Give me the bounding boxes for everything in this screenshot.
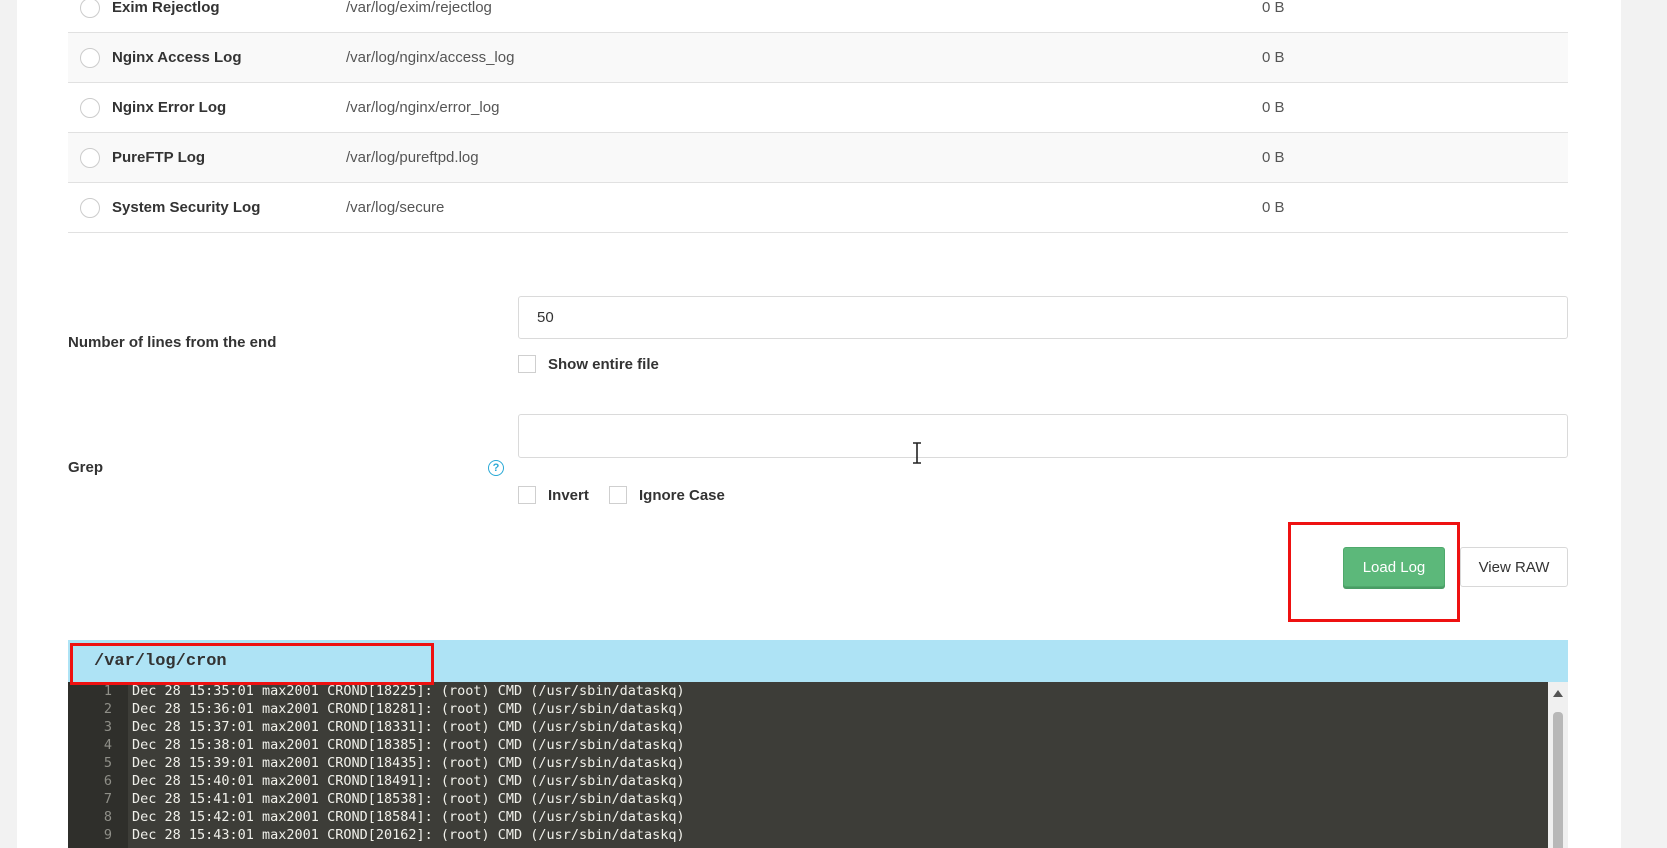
log-name: System Security Log: [112, 199, 261, 216]
line-number: 4: [103, 737, 112, 753]
table-row[interactable]: System Security Log /var/log/secure 0 B: [68, 183, 1568, 233]
table-row[interactable]: Nginx Error Log /var/log/nginx/error_log…: [68, 83, 1568, 133]
line-text: Dec 28 15:39:01 max2001 CROND[18435]: (r…: [132, 755, 685, 771]
scroll-up-arrow-icon[interactable]: [1553, 690, 1563, 697]
line-text: Dec 28 15:42:01 max2001 CROND[18584]: (r…: [132, 809, 685, 825]
log-radio[interactable]: [80, 48, 100, 68]
log-path: /var/log/secure: [346, 199, 445, 216]
checkbox-box[interactable]: [609, 486, 627, 504]
log-path: /var/log/pureftpd.log: [346, 149, 479, 166]
invert-label: Invert: [548, 486, 589, 504]
checkbox-box[interactable]: [518, 355, 536, 373]
log-path: /var/log/nginx/error_log: [346, 99, 500, 116]
log-viewer-panel: Exim Rejectlog /var/log/exim/rejectlog 0…: [17, 0, 1621, 848]
code-line: 7 Dec 28 15:41:01 max2001 CROND[18538]: …: [68, 790, 1548, 808]
log-path: /var/log/exim/rejectlog: [346, 0, 492, 16]
show-entire-file-label: Show entire file: [548, 355, 659, 373]
code-line: 9 Dec 28 15:43:01 max2001 CROND[20162]: …: [68, 826, 1548, 844]
line-number: 9: [103, 827, 112, 843]
log-size: 0 B: [1262, 49, 1285, 66]
log-file-table: Exim Rejectlog /var/log/exim/rejectlog 0…: [68, 0, 1568, 233]
show-entire-file-checkbox[interactable]: Show entire file: [518, 355, 659, 373]
line-text: Dec 28 15:36:01 max2001 CROND[18281]: (r…: [132, 701, 685, 717]
line-text: Dec 28 15:41:01 max2001 CROND[18538]: (r…: [132, 791, 685, 807]
log-name: PureFTP Log: [112, 149, 206, 166]
line-text: Dec 28 15:43:01 max2001 CROND[20162]: (r…: [132, 827, 685, 843]
line-number: 2: [103, 701, 112, 717]
log-size: 0 B: [1262, 0, 1285, 16]
view-raw-button[interactable]: View RAW: [1460, 547, 1568, 587]
line-number: 3: [103, 719, 112, 735]
table-row[interactable]: Exim Rejectlog /var/log/exim/rejectlog 0…: [68, 0, 1568, 33]
log-size: 0 B: [1262, 149, 1285, 166]
output-scrollbar[interactable]: [1548, 682, 1568, 848]
line-number: 7: [103, 791, 112, 807]
annotation-highlight-output-title: [70, 643, 434, 685]
log-radio[interactable]: [80, 148, 100, 168]
grep-label: Grep: [68, 459, 104, 476]
log-name: Nginx Access Log: [112, 49, 242, 66]
code-line: 5 Dec 28 15:39:01 max2001 CROND[18435]: …: [68, 754, 1548, 772]
checkbox-box[interactable]: [518, 486, 536, 504]
ignore-case-label: Ignore Case: [639, 486, 725, 504]
ignore-case-checkbox[interactable]: Ignore Case: [609, 486, 725, 504]
code-line: 8 Dec 28 15:42:01 max2001 CROND[18584]: …: [68, 808, 1548, 826]
line-text: Dec 28 15:38:01 max2001 CROND[18385]: (r…: [132, 737, 685, 753]
code-line: 4 Dec 28 15:38:01 max2001 CROND[18385]: …: [68, 736, 1548, 754]
line-text: Dec 28 15:40:01 max2001 CROND[18491]: (r…: [132, 773, 685, 789]
log-path: /var/log/nginx/access_log: [346, 49, 515, 66]
lines-input[interactable]: [518, 296, 1568, 339]
scroll-thumb[interactable]: [1553, 712, 1563, 848]
log-size: 0 B: [1262, 199, 1285, 216]
text-cursor-icon: [913, 442, 921, 464]
log-size: 0 B: [1262, 99, 1285, 116]
line-number: 5: [103, 755, 112, 771]
log-radio[interactable]: [80, 0, 100, 18]
help-icon[interactable]: ?: [488, 460, 504, 476]
annotation-highlight-load-log: [1288, 522, 1460, 622]
log-name: Exim Rejectlog: [112, 0, 220, 16]
log-name: Nginx Error Log: [112, 99, 227, 116]
line-number: 8: [103, 809, 112, 825]
table-row[interactable]: Nginx Access Log /var/log/nginx/access_l…: [68, 33, 1568, 83]
table-row[interactable]: PureFTP Log /var/log/pureftpd.log 0 B: [68, 133, 1568, 183]
lines-label: Number of lines from the end: [68, 334, 277, 351]
log-output[interactable]: 1 Dec 28 15:35:01 max2001 CROND[18225]: …: [68, 682, 1568, 848]
code-line: 2 Dec 28 15:36:01 max2001 CROND[18281]: …: [68, 700, 1548, 718]
invert-checkbox[interactable]: Invert: [518, 486, 589, 504]
code-line: 6 Dec 28 15:40:01 max2001 CROND[18491]: …: [68, 772, 1548, 790]
code-line: 3 Dec 28 15:37:01 max2001 CROND[18331]: …: [68, 718, 1548, 736]
grep-input[interactable]: [518, 414, 1568, 458]
log-radio[interactable]: [80, 198, 100, 218]
log-radio[interactable]: [80, 98, 100, 118]
line-text: Dec 28 15:37:01 max2001 CROND[18331]: (r…: [132, 719, 685, 735]
line-number: 6: [103, 773, 112, 789]
